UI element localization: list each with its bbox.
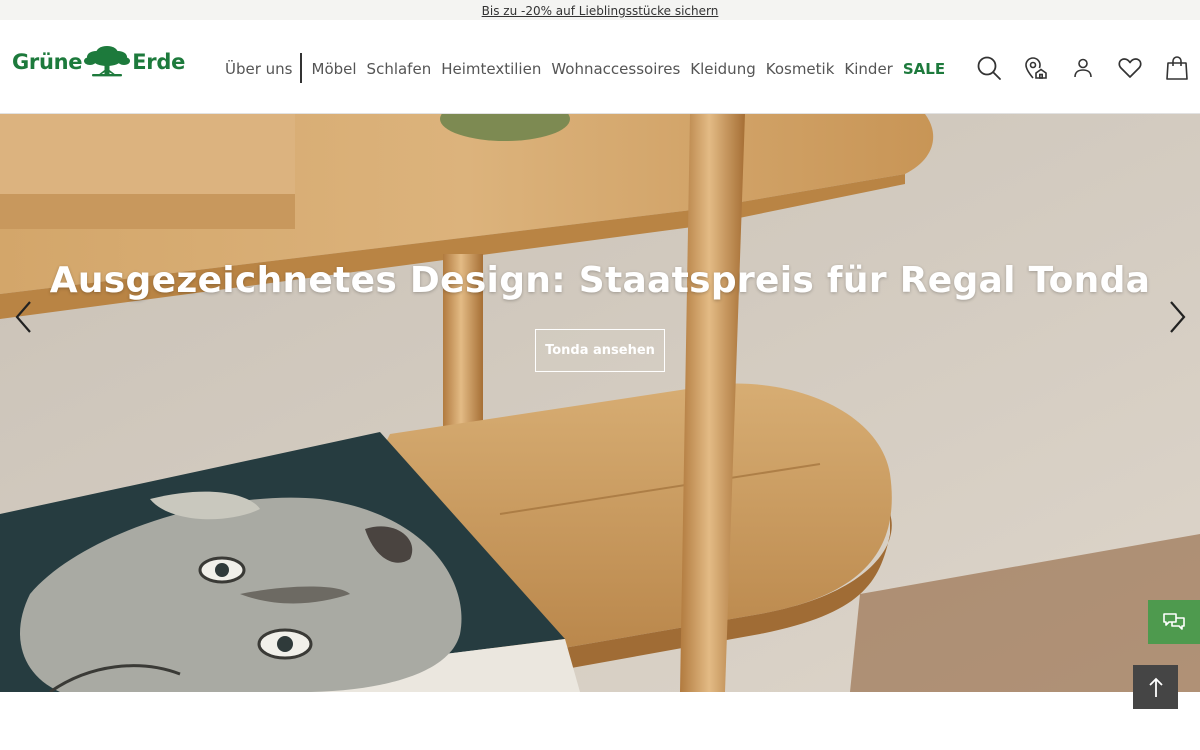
wishlist-heart-icon[interactable] <box>1116 54 1144 82</box>
logo[interactable]: Grüne Erde <box>12 42 185 82</box>
hero-title: Ausgezeichnetes Design: Staatspreis für … <box>49 260 1151 301</box>
account-icon[interactable] <box>1069 54 1097 82</box>
nav-divider <box>299 53 302 83</box>
logo-word-right: Erde <box>132 50 186 74</box>
nav-item-heimtextilien[interactable]: Heimtextilien <box>441 60 541 78</box>
arrow-up-icon <box>1148 677 1163 697</box>
site-header: Grüne Erde Über uns Möbel Schlafen Heimt… <box>0 20 1200 114</box>
back-to-top-button[interactable] <box>1133 665 1178 709</box>
nav-item-kosmetik[interactable]: Kosmetik <box>766 60 835 78</box>
nav-item-kleidung[interactable]: Kleidung <box>690 60 755 78</box>
nav-item-wohnaccessoires[interactable]: Wohnaccessoires <box>551 60 680 78</box>
chat-button[interactable] <box>1148 600 1200 644</box>
search-icon[interactable] <box>975 54 1003 82</box>
nav-item-schlafen[interactable]: Schlafen <box>367 60 432 78</box>
main-nav: Über uns Möbel Schlafen Heimtextilien Wo… <box>225 53 955 83</box>
chevron-left-icon[interactable] <box>10 299 40 335</box>
nav-item-ueber-uns[interactable]: Über uns <box>225 60 293 78</box>
nav-item-moebel[interactable]: Möbel <box>312 60 357 78</box>
shopping-bag-icon[interactable] <box>1163 54 1191 82</box>
chat-bubbles-icon <box>1163 613 1185 630</box>
hero-slider: Ausgezeichnetes Design: Staatspreis für … <box>0 114 1200 692</box>
hero-image <box>0 114 1200 692</box>
header-icons <box>975 54 1191 82</box>
promo-link[interactable]: Bis zu -20% auf Lieblingsstücke sichern <box>482 5 719 17</box>
nav-item-sale[interactable]: SALE <box>903 60 945 78</box>
chevron-right-icon[interactable] <box>1162 299 1192 335</box>
nav-item-kinder[interactable]: Kinder <box>844 60 892 78</box>
hero-cta-button[interactable]: Tonda ansehen <box>535 329 665 372</box>
logo-word-left: Grüne <box>12 50 83 74</box>
store-locator-icon[interactable] <box>1022 54 1050 82</box>
tree-logo-icon <box>84 46 131 77</box>
promo-bar: Bis zu -20% auf Lieblingsstücke sichern <box>0 0 1200 20</box>
